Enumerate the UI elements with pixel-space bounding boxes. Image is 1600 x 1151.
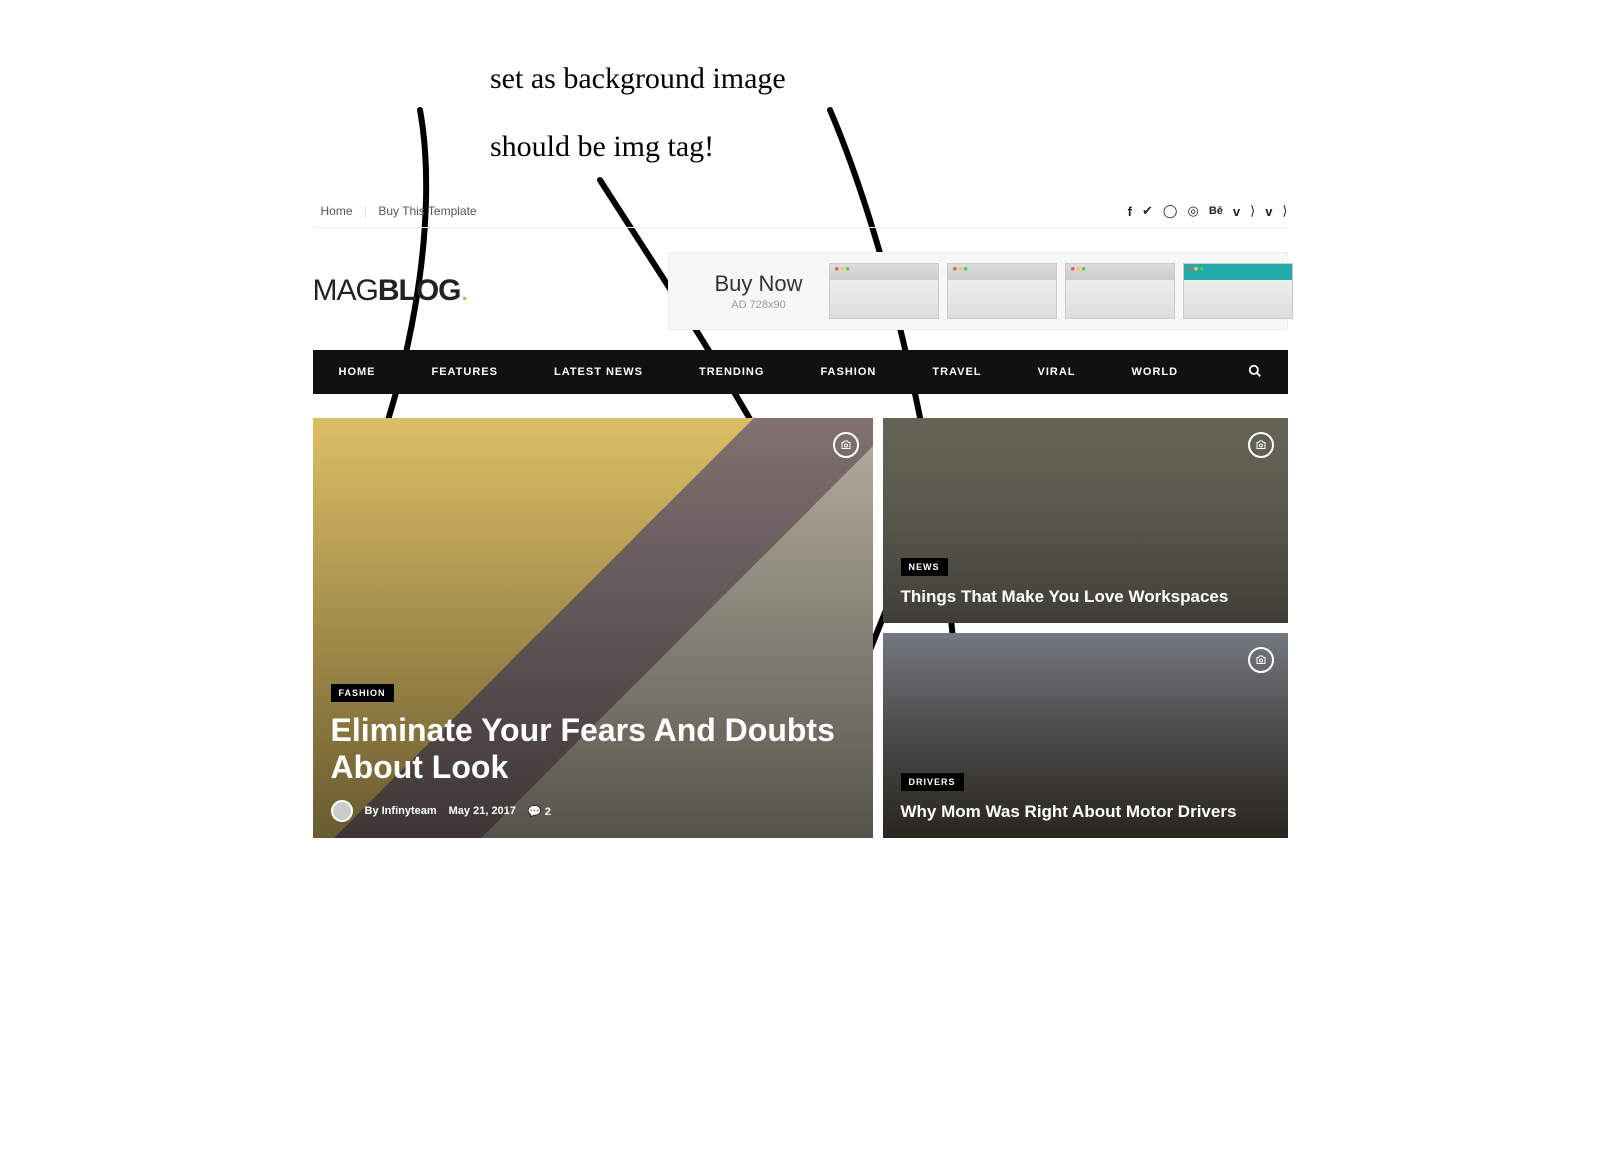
logo-part-2: BLOG — [378, 274, 461, 307]
nav-travel[interactable]: TRAVEL — [932, 366, 1009, 378]
logo-part-1: MAG — [313, 274, 378, 307]
author-by: By Infinyteam — [365, 805, 437, 817]
ad-thumb — [947, 263, 1057, 319]
featured-grid: FASHION Eliminate Your Fears And Doubts … — [313, 418, 1288, 838]
nav-viral[interactable]: VIRAL — [1038, 366, 1104, 378]
behance-icon[interactable]: Bē — [1209, 205, 1223, 217]
instagram-icon[interactable]: ◎ — [1187, 203, 1198, 219]
nav-home[interactable]: HOME — [339, 366, 404, 378]
nav-trending[interactable]: TRENDING — [699, 366, 792, 378]
top-link-home[interactable]: Home — [313, 204, 361, 218]
category-tag[interactable]: NEWS — [901, 558, 948, 576]
site-logo[interactable]: MAGBLOG. — [313, 274, 468, 308]
nav-features[interactable]: FEATURES — [432, 366, 526, 378]
post-date: May 21, 2017 — [449, 805, 516, 817]
ad-thumb — [1183, 263, 1293, 319]
ad-banner[interactable]: Buy Now AD 728x90 — [668, 252, 1288, 330]
post-meta: By Infinyteam May 21, 2017 💬 2 — [331, 800, 855, 822]
nav-fashion[interactable]: FASHION — [820, 366, 904, 378]
featured-main-card[interactable]: FASHION Eliminate Your Fears And Doubts … — [313, 418, 873, 838]
ad-thumb — [829, 263, 939, 319]
twitter-icon[interactable]: ✔ — [1142, 203, 1153, 219]
author-avatar — [331, 800, 353, 822]
circle-icon[interactable]: ◯ — [1163, 203, 1178, 219]
rss-icon-2[interactable]: ⟩ — [1282, 203, 1287, 219]
vimeo-icon[interactable]: v — [1233, 204, 1240, 219]
rss-icon[interactable]: ⟩ — [1250, 203, 1255, 219]
nav-latest-news[interactable]: LATEST NEWS — [554, 366, 671, 378]
ad-thumbnails — [829, 263, 1293, 319]
featured-side-1-title: Things That Make You Love Workspaces — [901, 586, 1270, 607]
category-tag[interactable]: FASHION — [331, 684, 394, 702]
search-icon[interactable] — [1248, 364, 1262, 381]
vimeo-icon-2[interactable]: v — [1265, 204, 1272, 219]
category-tag[interactable]: DRIVERS — [901, 773, 964, 791]
featured-side-card-2[interactable]: DRIVERS Why Mom Was Right About Motor Dr… — [883, 633, 1288, 838]
featured-side-2-title: Why Mom Was Right About Motor Drivers — [901, 801, 1270, 822]
comment-count[interactable]: 💬 2 — [528, 805, 551, 818]
logo-dot: . — [461, 274, 468, 307]
main-nav: HOME FEATURES LATEST NEWS TRENDING FASHI… — [313, 350, 1288, 394]
top-bar: Home | Buy This Template f ✔ ◯ ◎ Bē v ⟩ … — [313, 195, 1288, 228]
facebook-icon[interactable]: f — [1128, 204, 1132, 219]
annotation-text-2: should be img tag! — [490, 130, 714, 164]
camera-icon — [833, 432, 859, 458]
top-links: Home | Buy This Template — [313, 204, 485, 218]
featured-side-card-1[interactable]: NEWS Things That Make You Love Workspace… — [883, 418, 1288, 623]
top-link-buy[interactable]: Buy This Template — [370, 204, 484, 218]
ad-thumb — [1065, 263, 1175, 319]
separator: | — [364, 204, 367, 218]
social-icons: f ✔ ◯ ◎ Bē v ⟩ v ⟩ — [1128, 203, 1288, 219]
featured-main-title: Eliminate Your Fears And Doubts About Lo… — [331, 712, 855, 786]
camera-icon — [1248, 647, 1274, 673]
nav-world[interactable]: WORLD — [1132, 366, 1207, 378]
ad-title: Buy Now — [689, 271, 829, 297]
camera-icon — [1248, 432, 1274, 458]
header: MAGBLOG. Buy Now AD 728x90 — [313, 228, 1288, 350]
annotation-text-1: set as background image — [490, 62, 786, 96]
ad-subtitle: AD 728x90 — [689, 299, 829, 311]
